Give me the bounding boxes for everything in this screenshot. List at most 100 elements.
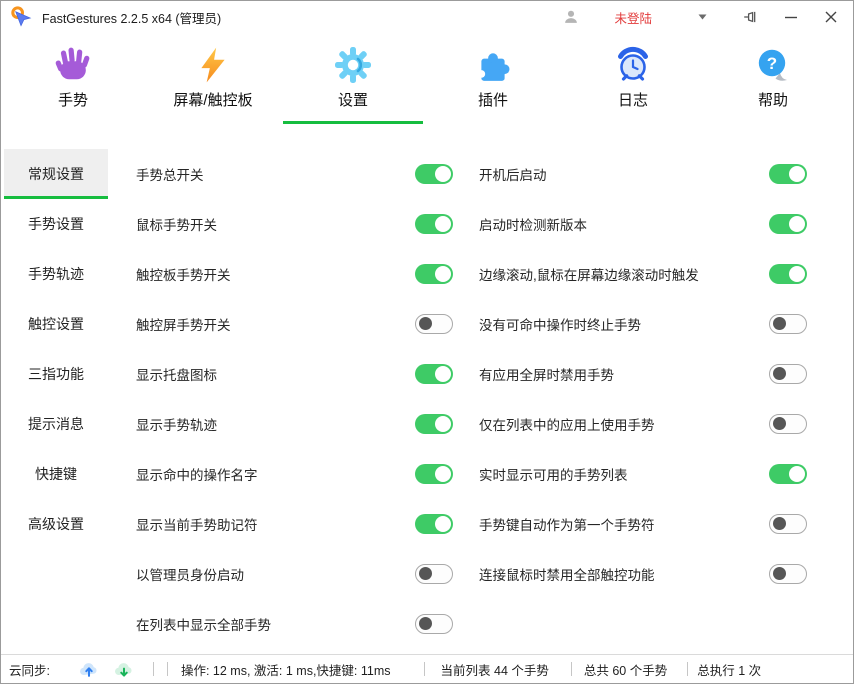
close-icon[interactable] xyxy=(825,11,837,23)
tab-plugins[interactable]: 插件 xyxy=(423,46,563,124)
tab-gestures[interactable]: 手势 xyxy=(3,46,143,124)
tab-logs[interactable]: 日志 xyxy=(563,46,703,124)
puzzle-icon xyxy=(474,46,512,84)
content-area: 常规设置手势设置手势轨迹触控设置三指功能提示消息快捷键高级设置 手势总开关鼠标手… xyxy=(1,124,853,657)
setting-label: 显示命中的操作名字 xyxy=(136,464,258,484)
total-executed-count: 总执行 1 次 xyxy=(697,660,761,679)
toggle-knob xyxy=(435,466,451,482)
toggle-knob xyxy=(419,317,432,330)
setting-toggle[interactable] xyxy=(769,564,807,584)
sidebar-item-general-settings[interactable]: 常规设置 xyxy=(4,149,108,199)
toggle-knob xyxy=(435,516,451,532)
toggle-knob xyxy=(773,417,786,430)
setting-toggle[interactable] xyxy=(415,364,453,384)
setting-label: 启动时检测新版本 xyxy=(479,214,587,234)
sidebar-item-label: 常规设置 xyxy=(28,164,84,184)
dropdown-caret-icon[interactable] xyxy=(698,14,707,20)
sidebar-item-hotkeys[interactable]: 快捷键 xyxy=(4,449,108,499)
setting-toggle[interactable] xyxy=(769,214,807,234)
setting-row: 显示托盘图标 xyxy=(111,349,463,399)
toggle-knob xyxy=(773,367,786,380)
sidebar-item-advanced-settings[interactable]: 高级设置 xyxy=(4,499,108,549)
setting-label: 显示托盘图标 xyxy=(136,364,217,384)
setting-toggle[interactable] xyxy=(415,414,453,434)
sidebar-item-label: 三指功能 xyxy=(28,364,84,384)
setting-label: 触控屏手势开关 xyxy=(136,314,231,334)
setting-row: 手势键自动作为第一个手势符 xyxy=(463,499,853,549)
setting-toggle[interactable] xyxy=(415,164,453,184)
setting-row: 手势总开关 xyxy=(111,149,463,199)
cloud-download-icon[interactable] xyxy=(113,660,135,679)
pin-icon[interactable] xyxy=(743,9,759,25)
settings-column-right: 开机后启动启动时检测新版本边缘滚动,鼠标在屏幕边缘滚动时触发没有可命中操作时终止… xyxy=(463,149,853,657)
tab-label: 帮助 xyxy=(758,89,788,110)
tab-label: 手势 xyxy=(58,89,88,110)
tab-label: 日志 xyxy=(618,89,648,110)
setting-toggle[interactable] xyxy=(769,164,807,184)
toggle-knob xyxy=(773,317,786,330)
toggle-knob xyxy=(435,366,451,382)
setting-label: 鼠标手势开关 xyxy=(136,214,217,234)
sidebar-item-gesture-track[interactable]: 手势轨迹 xyxy=(4,249,108,299)
setting-label: 有应用全屏时禁用手势 xyxy=(479,364,614,384)
sidebar-item-label: 快捷键 xyxy=(35,464,77,484)
setting-toggle[interactable] xyxy=(769,314,807,334)
statusbar-divider xyxy=(424,662,425,676)
setting-toggle[interactable] xyxy=(415,214,453,234)
setting-row: 有应用全屏时禁用手势 xyxy=(463,349,853,399)
help-bubble-icon: ? xyxy=(754,46,792,84)
setting-toggle[interactable] xyxy=(415,464,453,484)
setting-row: 显示手势轨迹 xyxy=(111,399,463,449)
setting-row: 仅在列表中的应用上使用手势 xyxy=(463,399,853,449)
title-bar: FastGestures 2.2.5 x64 (管理员) 未登陆 xyxy=(1,1,853,33)
toggle-knob xyxy=(435,266,451,282)
setting-toggle[interactable] xyxy=(415,564,453,584)
setting-label: 边缘滚动,鼠标在屏幕边缘滚动时触发 xyxy=(479,264,699,284)
toggle-knob xyxy=(435,416,451,432)
setting-toggle[interactable] xyxy=(415,314,453,334)
tab-label: 插件 xyxy=(478,89,508,110)
tab-screen-touchpad[interactable]: 屏幕/触控板 xyxy=(143,46,283,124)
setting-row: 启动时检测新版本 xyxy=(463,199,853,249)
sidebar-item-touch-settings[interactable]: 触控设置 xyxy=(4,299,108,349)
setting-toggle[interactable] xyxy=(415,514,453,534)
window-title: FastGestures 2.2.5 x64 (管理员) xyxy=(42,8,221,27)
setting-row: 显示当前手势助记符 xyxy=(111,499,463,549)
login-status[interactable]: 未登陆 xyxy=(614,8,652,27)
setting-toggle[interactable] xyxy=(769,414,807,434)
sidebar-item-three-finger[interactable]: 三指功能 xyxy=(4,349,108,399)
minimize-icon[interactable] xyxy=(785,11,797,23)
setting-toggle[interactable] xyxy=(769,514,807,534)
tab-settings[interactable]: 设置 xyxy=(283,46,423,124)
tab-help[interactable]: ? 帮助 xyxy=(703,46,843,124)
setting-label: 在列表中显示全部手势 xyxy=(136,614,271,634)
sidebar-item-label: 手势设置 xyxy=(28,214,84,234)
cloud-sync-label: 云同步: xyxy=(9,660,50,679)
setting-label: 手势键自动作为第一个手势符 xyxy=(479,514,655,534)
cloud-upload-icon[interactable] xyxy=(78,660,100,679)
sidebar-item-label: 触控设置 xyxy=(28,314,84,334)
toggle-knob xyxy=(789,216,805,232)
setting-row: 实时显示可用的手势列表 xyxy=(463,449,853,499)
setting-toggle[interactable] xyxy=(415,614,453,634)
setting-toggle[interactable] xyxy=(769,464,807,484)
setting-row: 没有可命中操作时终止手势 xyxy=(463,299,853,349)
toggle-knob xyxy=(435,166,451,182)
setting-row: 边缘滚动,鼠标在屏幕边缘滚动时触发 xyxy=(463,249,853,299)
sidebar-item-tip-messages[interactable]: 提示消息 xyxy=(4,399,108,449)
statusbar-divider xyxy=(167,662,168,676)
sidebar: 常规设置手势设置手势轨迹触控设置三指功能提示消息快捷键高级设置 xyxy=(1,124,111,657)
sidebar-item-gesture-settings[interactable]: 手势设置 xyxy=(4,199,108,249)
setting-label: 开机后启动 xyxy=(479,164,547,184)
statusbar-divider xyxy=(153,662,154,676)
setting-label: 仅在列表中的应用上使用手势 xyxy=(479,414,655,434)
alarm-clock-icon xyxy=(614,46,652,84)
sidebar-item-label: 手势轨迹 xyxy=(28,264,84,284)
setting-toggle[interactable] xyxy=(415,264,453,284)
statusbar-divider xyxy=(571,662,572,676)
user-icon[interactable] xyxy=(562,8,580,26)
setting-toggle[interactable] xyxy=(769,364,807,384)
timing-stats: 操作: 12 ms, 激活: 1 ms,快捷键: 11ms xyxy=(181,660,391,679)
toggle-knob xyxy=(419,617,432,630)
setting-toggle[interactable] xyxy=(769,264,807,284)
